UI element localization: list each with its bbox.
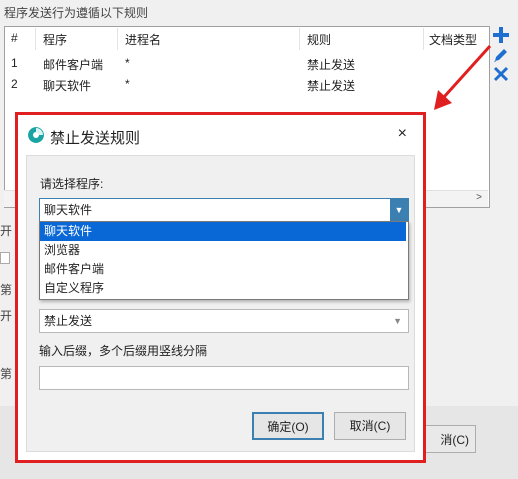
cancel-button[interactable]: 取消(C) (334, 412, 406, 440)
table-header-doctype[interactable]: 文档类型 (429, 31, 477, 48)
rules-description-label: 程序发送行为遵循以下规则 (4, 6, 149, 20)
background-checkbox-fragment[interactable] (0, 252, 10, 264)
table-header-rule[interactable]: 规则 (307, 31, 331, 48)
edit-icon[interactable] (492, 46, 510, 64)
row-rule: 禁止发送 (307, 79, 356, 93)
chevron-down-icon[interactable]: ▼ (393, 310, 402, 332)
rule-select-value: 禁止发送 (44, 314, 93, 328)
background-option-fragment: 开 (0, 309, 13, 323)
row-rule: 禁止发送 (307, 58, 356, 72)
row-process: * (125, 77, 130, 91)
table-header-index[interactable]: # (11, 31, 18, 45)
dropdown-option[interactable]: 浏览器 (40, 241, 406, 260)
delete-icon[interactable] (492, 65, 510, 83)
table-header-program[interactable]: 程序 (43, 31, 67, 48)
scroll-right-icon[interactable]: > (476, 192, 482, 203)
program-select[interactable]: 聊天软件 ▼ (39, 198, 409, 222)
app-logo-icon (28, 127, 44, 143)
background-option-fragment: 开 (0, 224, 13, 238)
row-index: 2 (11, 77, 18, 91)
program-select-value: 聊天软件 (44, 203, 93, 217)
chevron-down-icon[interactable]: ▼ (390, 199, 408, 221)
row-process: * (125, 56, 130, 70)
dialog-title: 禁止发送规则 (50, 130, 141, 147)
suffix-input[interactable] (39, 366, 409, 390)
dropdown-option[interactable]: 自定义程序 (40, 279, 406, 298)
add-icon[interactable] (492, 26, 510, 44)
ok-button[interactable]: 确定(O) (252, 412, 324, 440)
program-dropdown-list[interactable]: 聊天软件 浏览器 邮件客户端 自定义程序 (39, 221, 409, 300)
background-option-fragment: 第 (0, 367, 13, 381)
row-index: 1 (11, 56, 18, 70)
suffix-label: 输入后缀，多个后缀用竖线分隔 (39, 344, 208, 358)
row-program: 邮件客户端 (43, 58, 104, 72)
background-option-fragment: 第 (0, 283, 13, 297)
dropdown-option[interactable]: 邮件客户端 (40, 260, 406, 279)
dialog-title-bar[interactable]: 禁止发送规则 × (18, 115, 423, 155)
table-header-process[interactable]: 进程名 (125, 31, 161, 48)
program-select-label: 请选择程序: (40, 177, 104, 191)
close-icon[interactable]: × (398, 125, 407, 143)
rule-select[interactable]: 禁止发送 ▼ (39, 309, 409, 333)
row-program: 聊天软件 (43, 79, 92, 93)
dropdown-option[interactable]: 聊天软件 (40, 222, 406, 241)
